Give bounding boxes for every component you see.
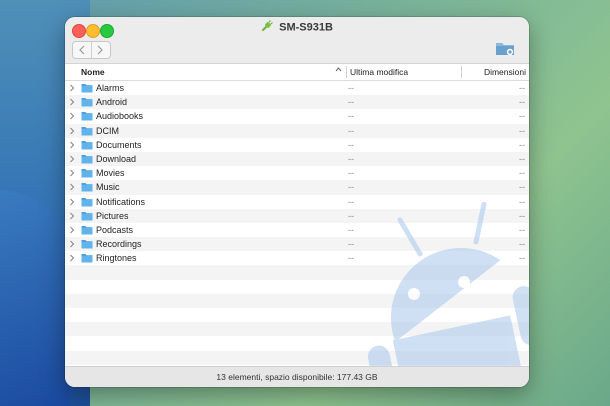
disclosure-chevron-icon[interactable] [69, 169, 75, 177]
file-size: -- [519, 139, 525, 150]
new-folder-button[interactable] [495, 40, 515, 56]
file-name: Recordings [96, 239, 142, 250]
column-modified[interactable]: Ultima modifica [350, 67, 408, 77]
list-item[interactable]: Music -- -- [65, 180, 529, 195]
disclosure-chevron-icon[interactable] [69, 226, 75, 234]
disclosure-chevron-icon[interactable] [69, 141, 75, 149]
chevron-right-icon [97, 45, 103, 55]
window-title-group: SM-S931B [65, 20, 529, 35]
disclosure-chevron-icon[interactable] [69, 127, 75, 135]
file-modified: -- [348, 111, 354, 122]
file-name: Alarms [96, 83, 125, 93]
new-folder-icon [496, 43, 514, 56]
list-item[interactable]: Documents -- -- [65, 138, 529, 152]
file-modified: -- [348, 168, 354, 179]
back-button[interactable] [73, 42, 92, 58]
list-item[interactable]: Audiobooks -- -- [65, 109, 529, 123]
file-size: -- [519, 97, 525, 108]
folder-icon [81, 168, 93, 178]
file-size: -- [519, 168, 525, 179]
disclosure-chevron-icon[interactable] [69, 212, 75, 220]
desktop-wallpaper-shape [0, 190, 70, 406]
window-title: SM-S931B [279, 21, 333, 34]
folder-icon [81, 83, 93, 93]
file-name: Pictures [96, 210, 129, 221]
file-name: DCIM [96, 125, 119, 136]
file-name: Audiobooks [96, 111, 144, 122]
folder-icon [81, 225, 93, 235]
file-size: -- [519, 83, 525, 93]
file-size: -- [519, 125, 525, 136]
file-name: Documents [96, 139, 142, 150]
file-modified: -- [348, 224, 354, 235]
folder-icon [81, 182, 93, 192]
file-name: Movies [96, 168, 125, 179]
file-modified: -- [348, 125, 354, 136]
file-modified: -- [348, 210, 354, 221]
file-size: -- [519, 182, 525, 193]
file-modified: -- [348, 97, 354, 108]
folder-icon [81, 197, 93, 207]
file-size: -- [519, 153, 525, 164]
list-item[interactable]: Movies -- -- [65, 166, 529, 180]
forward-button[interactable] [91, 42, 109, 58]
list-item[interactable]: Download -- -- [65, 151, 529, 167]
folder-icon [81, 97, 93, 107]
folder-icon [81, 239, 93, 249]
android-plug-icon [261, 20, 273, 35]
disclosure-chevron-icon[interactable] [69, 84, 75, 92]
file-name: Android [96, 97, 128, 108]
file-name: Podcasts [96, 224, 134, 235]
disclosure-chevron-icon[interactable] [69, 155, 75, 163]
disclosure-chevron-icon[interactable] [69, 198, 75, 206]
column-header: Nome Ultima modifica Dimensioni [65, 64, 529, 81]
file-browser-window: SM-S931B Nome Ultima modifica Dimensioni… [65, 17, 529, 387]
file-name: Download [96, 153, 137, 164]
navigation-buttons [72, 41, 111, 59]
folder-icon [81, 126, 93, 136]
android-logo-watermark [367, 202, 529, 372]
file-modified: -- [348, 182, 354, 193]
disclosure-chevron-icon[interactable] [69, 240, 75, 248]
file-name: Notifications [96, 196, 146, 207]
chevron-left-icon [79, 45, 85, 55]
column-name[interactable]: Nome [81, 67, 105, 77]
column-size[interactable]: Dimensioni [484, 67, 526, 77]
folder-icon [81, 111, 93, 121]
column-divider[interactable] [461, 66, 462, 78]
file-modified: -- [348, 153, 354, 164]
disclosure-chevron-icon[interactable] [69, 254, 75, 262]
folder-icon [81, 140, 93, 150]
file-name: Ringtones [96, 253, 137, 264]
file-modified: -- [348, 196, 354, 207]
folder-icon [81, 211, 93, 221]
disclosure-chevron-icon[interactable] [69, 112, 75, 120]
file-name: Music [96, 182, 120, 193]
file-modified: -- [348, 239, 354, 250]
status-bar: 13 elementi, spazio disponibile: 177.43 … [65, 366, 529, 387]
file-modified: -- [348, 139, 354, 150]
title-bar: SM-S931B [65, 17, 529, 64]
list-item[interactable]: Android -- -- [65, 95, 529, 110]
folder-icon [81, 154, 93, 164]
folder-icon [81, 253, 93, 263]
file-modified: -- [348, 253, 354, 264]
file-size: -- [519, 111, 525, 122]
disclosure-chevron-icon[interactable] [69, 183, 75, 191]
disclosure-chevron-icon[interactable] [69, 98, 75, 106]
list-item[interactable]: DCIM -- -- [65, 123, 529, 138]
file-modified: -- [348, 83, 354, 93]
sort-ascending-icon[interactable] [335, 66, 342, 75]
list-item[interactable]: Alarms -- -- [65, 81, 529, 95]
column-divider[interactable] [346, 66, 347, 78]
